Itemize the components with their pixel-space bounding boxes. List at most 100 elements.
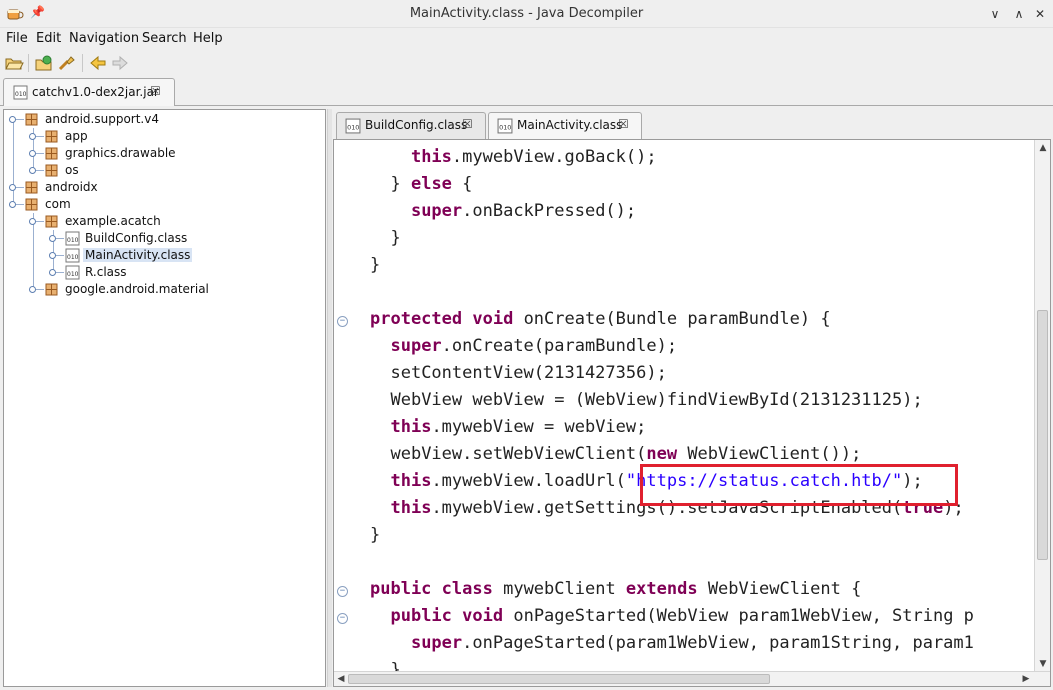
expand-toggle-icon[interactable] — [29, 286, 36, 293]
window-title: MainActivity.class - Java Decompiler — [409, 6, 644, 21]
tree-node-label: BuildConfig.class — [85, 231, 188, 245]
tab-buildconfig-class[interactable]: 010 BuildConfig.class ☒ — [336, 112, 486, 139]
code-text: WebView webView = (WebView)findViewById(… — [390, 390, 923, 410]
expand-toggle-icon[interactable] — [29, 133, 36, 140]
close-window-button[interactable]: ✕ — [1030, 4, 1050, 24]
code-text: mywebClient — [492, 579, 626, 599]
package-icon — [45, 147, 58, 160]
class-file-icon: 010 — [65, 231, 80, 246]
tab-label: catchv1.0-dex2jar.jar — [32, 85, 159, 99]
fold-toggle-icon[interactable]: − — [337, 586, 348, 597]
expand-toggle-icon[interactable] — [29, 150, 36, 157]
code-text: .onCreate(paramBundle); — [441, 336, 678, 356]
menu-search[interactable]: Search — [142, 31, 187, 46]
expand-toggle-icon[interactable] — [29, 218, 36, 225]
tree-node-com[interactable]: com — [4, 196, 324, 213]
code-text: .onBackPressed(); — [462, 201, 637, 221]
close-tab-icon[interactable]: ☒ — [150, 84, 161, 98]
code-area[interactable]: } super.onPageStarted(param1WebView, par… — [334, 140, 1020, 672]
tree-node-buildconfig-class[interactable]: 010 BuildConfig.class — [4, 230, 324, 247]
toolbar — [0, 50, 1053, 76]
svg-text:010: 010 — [347, 124, 359, 132]
code-keyword: else — [410, 174, 452, 194]
maximize-button[interactable]: ∧ — [1009, 4, 1029, 24]
tree-connector — [16, 119, 24, 120]
code-keyword: public — [390, 606, 452, 626]
tab-jar-file[interactable]: 010 catchv1.0-dex2jar.jar ☒ — [3, 78, 175, 106]
panel-splitter[interactable] — [327, 109, 332, 687]
open-folder-icon[interactable] — [4, 54, 24, 72]
tree-node-android-support-v4[interactable]: android.support.v4 — [4, 111, 324, 128]
forward-icon[interactable] — [110, 54, 130, 72]
tree-node-r-class[interactable]: 010 R.class — [4, 264, 324, 281]
svg-text:010: 010 — [499, 124, 511, 132]
tab-mainactivity-class[interactable]: 010 MainActivity.class ☒ — [488, 112, 642, 140]
tree-node-example-acatch[interactable]: example.acatch — [4, 213, 324, 230]
minimize-button[interactable]: ∨ — [985, 4, 1005, 24]
horizontal-scrollbar[interactable]: ◀ ▶ — [334, 671, 1050, 686]
tree-connector — [16, 187, 24, 188]
scrollbar-thumb[interactable] — [1037, 310, 1048, 560]
package-icon — [45, 164, 58, 177]
back-icon[interactable] — [88, 54, 108, 72]
code-keyword: super — [390, 336, 442, 356]
tree-node-os[interactable]: os — [4, 162, 324, 179]
expand-toggle-icon[interactable] — [9, 116, 16, 123]
code-line: super.onCreate(paramBundle); — [370, 336, 677, 356]
expand-toggle-icon[interactable] — [9, 201, 16, 208]
fold-toggle-icon[interactable]: − — [337, 316, 348, 327]
scroll-down-icon[interactable]: ▼ — [1037, 658, 1049, 670]
menu-help[interactable]: Help — [193, 31, 223, 46]
vertical-scrollbar[interactable]: ▲ ▼ — [1034, 140, 1050, 672]
close-tab-icon[interactable]: ☒ — [462, 117, 473, 131]
code-text: .mywebView.goBack(); — [451, 147, 657, 167]
tree-connector — [36, 289, 44, 290]
tree-node-mainactivity-class[interactable]: 010 MainActivity.class — [4, 247, 324, 264]
code-text: .mywebView.loadUrl( — [431, 471, 626, 491]
scroll-right-icon[interactable]: ▶ — [1020, 673, 1032, 685]
expand-toggle-icon[interactable] — [49, 269, 56, 276]
tree-node-graphics-drawable[interactable]: graphics.drawable — [4, 145, 324, 162]
code-keyword: super — [410, 201, 463, 221]
jar-file-icon: 010 — [13, 85, 28, 100]
search-icon[interactable] — [57, 54, 77, 72]
menu-edit[interactable]: Edit — [36, 31, 61, 46]
tab-label: MainActivity.class — [517, 118, 623, 132]
tree-node-androidx[interactable]: androidx — [4, 179, 324, 196]
code-line: setContentView(2131427356); — [370, 363, 667, 383]
scroll-left-icon[interactable]: ◀ — [335, 673, 347, 685]
code-keyword: super — [410, 633, 463, 653]
tree-node-google-android-material[interactable]: google.android.material — [4, 281, 324, 298]
tree-node-label-selected: MainActivity.class — [83, 248, 193, 262]
expand-toggle-icon[interactable] — [49, 252, 56, 259]
scroll-up-icon[interactable]: ▲ — [1037, 142, 1049, 154]
package-icon — [45, 283, 58, 296]
menu-file[interactable]: File — [6, 31, 28, 46]
code-text: setContentView(2131427356); — [390, 363, 667, 383]
code-keyword: this — [390, 471, 432, 491]
menu-navigation[interactable]: Navigation — [69, 31, 139, 46]
svg-text:010: 010 — [15, 91, 27, 98]
code-text: onCreate(Bundle paramBundle) { — [513, 309, 831, 329]
open-type-icon[interactable] — [34, 54, 54, 72]
tree-node-label: google.android.material — [65, 282, 209, 296]
tree-node-label: android.support.v4 — [45, 112, 159, 126]
scrollbar-thumb[interactable] — [348, 674, 770, 684]
close-tab-icon[interactable]: ☒ — [618, 117, 629, 131]
fold-toggle-icon[interactable]: − — [337, 613, 348, 624]
tree-node-label: example.acatch — [65, 214, 161, 228]
tree-node-label: graphics.drawable — [65, 146, 176, 160]
code-text: } — [390, 228, 401, 248]
code-text: .mywebView = webView; — [431, 417, 647, 437]
expand-toggle-icon[interactable] — [29, 167, 36, 174]
tree-node-app[interactable]: app — [4, 128, 324, 145]
expand-toggle-icon[interactable] — [9, 184, 16, 191]
code-editor[interactable]: } super.onPageStarted(param1WebView, par… — [333, 139, 1051, 687]
package-icon — [45, 215, 58, 228]
code-line: WebView webView = (WebView)findViewById(… — [370, 390, 923, 410]
expand-toggle-icon[interactable] — [49, 235, 56, 242]
